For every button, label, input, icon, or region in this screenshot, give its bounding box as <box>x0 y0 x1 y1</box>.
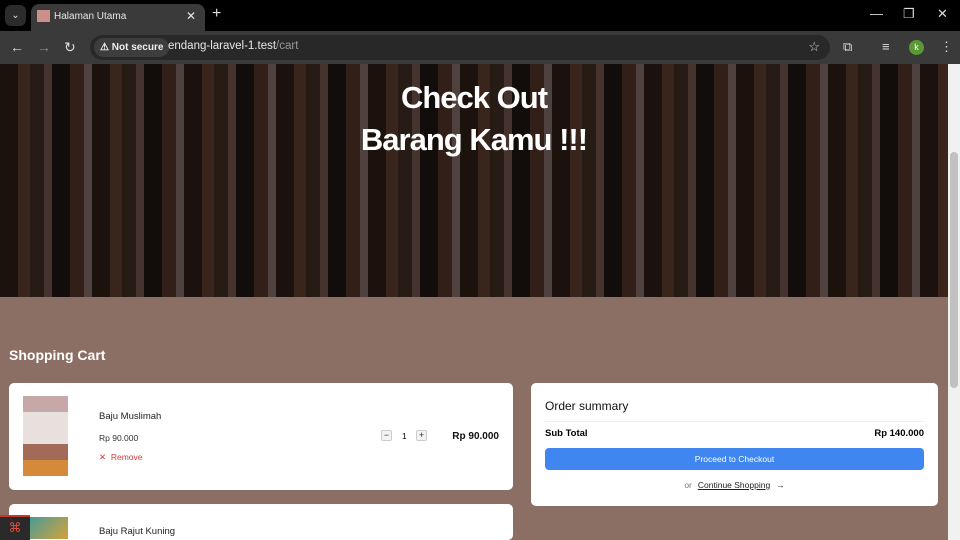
product-name: Baju Rajut Kuning <box>99 526 176 537</box>
subtotal-value: Rp 140.000 <box>874 428 924 439</box>
laravel-debugbar-icon[interactable]: ⌘ <box>0 515 30 540</box>
address-bar-row: ← → ↻ ⚠ Not secure endang-laravel-1.test… <box>0 31 960 64</box>
restore-button[interactable]: ❐ <box>903 6 915 22</box>
not-secure-badge[interactable]: ⚠ Not secure <box>94 38 170 57</box>
favicon-icon <box>37 10 50 22</box>
close-icon: ✕ <box>99 452 107 462</box>
back-icon[interactable]: ← <box>10 39 24 55</box>
remove-button[interactable]: ✕ Remove <box>99 452 143 463</box>
product-price: Rp 90.000 <box>99 433 139 443</box>
minimize-button[interactable]: — <box>870 6 883 21</box>
reload-icon[interactable]: ↻ <box>64 39 76 56</box>
new-tab-button[interactable]: + <box>212 5 221 23</box>
divider <box>545 421 924 422</box>
cart-item: Baju Muslimah Rp 90.000 ✕ Remove − 1 + R… <box>9 383 513 490</box>
product-image <box>23 396 68 476</box>
shopping-cart-title: Shopping Cart <box>9 347 106 363</box>
quantity-value: 1 <box>402 431 407 441</box>
close-tab-icon[interactable]: ✕ <box>186 9 196 23</box>
tab-title: Halaman Utama <box>54 11 127 22</box>
cart-item: Baju Rajut Kuning <box>9 504 513 540</box>
continue-shopping-row: or Continue Shopping → <box>531 480 938 490</box>
checkout-button[interactable]: Proceed to Checkout <box>545 448 924 470</box>
hero-title-line1: Check Out <box>400 80 548 115</box>
forward-icon[interactable]: → <box>37 39 51 55</box>
page-content: Check Out Barang Kamu !!! Shopping Cart … <box>0 64 948 540</box>
extensions-icon[interactable]: ⧉ <box>843 39 852 55</box>
item-total: Rp 90.000 <box>452 431 499 442</box>
scrollbar-thumb[interactable] <box>950 152 958 388</box>
decrease-qty-button[interactable]: − <box>381 430 392 441</box>
tab-bar: ⌄ Halaman Utama ✕ + — ❐ ✕ <box>0 0 960 31</box>
order-summary: Order summary Sub Total Rp 140.000 Proce… <box>531 383 938 506</box>
subtotal-label: Sub Total <box>545 428 588 439</box>
media-icon[interactable]: ≡ <box>882 39 890 54</box>
tab-halaman-utama[interactable]: Halaman Utama ✕ <box>31 4 205 31</box>
tab-search-button[interactable]: ⌄ <box>5 5 26 26</box>
scrollbar[interactable] <box>948 64 960 540</box>
order-summary-title: Order summary <box>545 399 629 413</box>
avatar[interactable]: k <box>909 40 924 55</box>
menu-icon[interactable]: ⋮ <box>940 39 953 55</box>
url-host: endang-laravel-1.test <box>168 40 277 52</box>
not-secure-label: Not secure <box>111 42 164 53</box>
arrow-right-icon: → <box>776 480 785 490</box>
url-input[interactable]: ⚠ Not secure endang-laravel-1.test/cart … <box>90 35 830 60</box>
or-label: or <box>684 480 692 490</box>
remove-label: Remove <box>110 452 143 462</box>
close-window-button[interactable]: ✕ <box>937 6 948 22</box>
bookmark-star-icon[interactable]: ☆ <box>808 39 820 55</box>
url-text: endang-laravel-1.test/cart <box>168 40 298 52</box>
url-path: /cart <box>276 40 299 52</box>
continue-shopping-link[interactable]: Continue Shopping <box>698 480 770 490</box>
product-name: Baju Muslimah <box>99 411 162 422</box>
hero-title-line2: Barang Kamu !!! <box>360 122 588 157</box>
increase-qty-button[interactable]: + <box>416 430 427 441</box>
